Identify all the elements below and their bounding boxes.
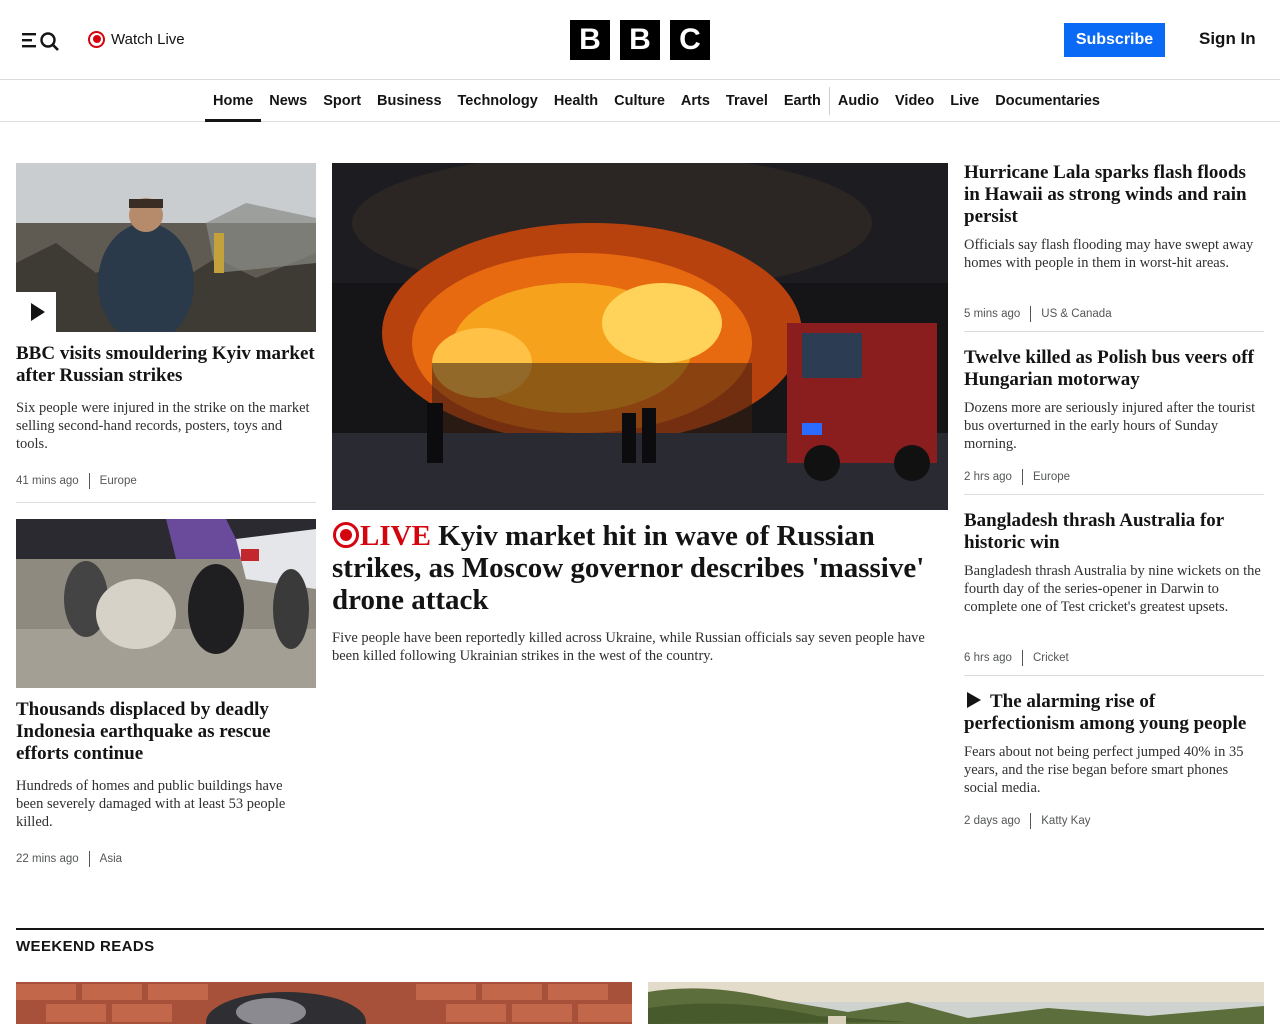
bbc-logo[interactable]: B B C [570,20,710,60]
logo-letter-b2: B [620,20,660,60]
nav-item-arts[interactable]: Arts [673,80,718,122]
story-author[interactable]: Katty Kay [1041,815,1090,827]
story-category[interactable]: Cricket [1033,652,1069,664]
logo-letter-b1: B [570,20,610,60]
right-story1-meta: 5 mins ago US & Canada [964,306,1112,322]
nav-item-live[interactable]: Live [942,80,987,122]
story-timestamp: 6 hrs ago [964,652,1012,664]
left-story1-headline[interactable]: BBC visits smouldering Kyiv market after… [16,343,316,387]
play-button[interactable] [16,292,56,332]
nav-item-audio[interactable]: Audio [830,80,887,122]
play-icon [30,303,45,321]
nav-item-sport[interactable]: Sport [315,80,369,122]
story-divider [964,494,1264,495]
left-story2-meta: 22 mins ago Asia [16,851,122,867]
right-story3-headline[interactable]: Bangladesh thrash Australia for historic… [964,510,1264,554]
weekend-read-2-thumbnail[interactable] [648,982,1264,1024]
right-story1-headline[interactable]: Hurricane Lala sparks flash floods in Ha… [964,162,1264,228]
live-icon [88,30,105,48]
right-story4-headline-text: The alarming rise of perfectionism among… [964,691,1247,734]
section-rule [16,928,1264,930]
nav-item-news[interactable]: News [261,80,315,122]
story-timestamp: 5 mins ago [964,308,1021,320]
weekend-read-1-thumbnail[interactable] [16,982,632,1024]
brick-wall-image [16,982,632,1024]
story-category[interactable]: US & Canada [1041,308,1111,320]
site-header: Watch Live B B C Subscribe Sign In [0,0,1280,80]
left-story1-summary: Six people were injured in the strike on… [16,400,310,452]
main-story-headline[interactable]: LIVE Kyiv market hit in wave of Russian … [332,520,948,616]
market-fire-image [332,163,948,510]
right-story4-headline[interactable]: The alarming rise of perfectionism among… [964,691,1264,735]
main-story-image[interactable] [332,163,948,510]
left-story2-summary: Hundreds of homes and public buildings h… [16,778,286,830]
watch-live-label: Watch Live [111,30,185,48]
nav-item-business[interactable]: Business [369,80,449,122]
nav-item-culture[interactable]: Culture [606,80,673,122]
story-divider [16,502,316,503]
subscribe-button[interactable]: Subscribe [1064,23,1165,57]
nav-item-earth[interactable]: Earth [776,80,829,122]
indonesia-earthquake-image [16,519,316,688]
menu-icon [22,32,59,51]
story-category[interactable]: Asia [100,853,122,865]
right-story2-summary: Dozens more are seriously injured after … [964,400,1256,452]
right-story4-summary: Fears about not being perfect jumped 40%… [964,744,1244,796]
story-category[interactable]: Europe [1033,471,1070,483]
play-icon [967,692,981,708]
nav-item-health[interactable]: Health [546,80,606,122]
right-story3-summary: Bangladesh thrash Australia by nine wick… [964,563,1261,615]
right-story2-headline[interactable]: Twelve killed as Polish bus veers off Hu… [964,347,1264,391]
meta-separator [1021,650,1023,666]
nav-item-technology[interactable]: Technology [450,80,546,122]
live-badge: LIVE [332,520,438,552]
meta-separator [1030,306,1032,322]
indonesia-earthquake-thumbnail[interactable] [16,519,316,688]
menu-search-button[interactable] [20,28,62,52]
kyiv-market-image [16,163,316,332]
live-label: LIVE [360,520,431,552]
watch-live-link[interactable]: Watch Live [88,28,185,50]
coastal-hills-image [648,982,1264,1024]
sign-in-link[interactable]: Sign In [1199,29,1256,49]
story-timestamp: 2 days ago [964,815,1021,827]
meta-separator [1021,469,1023,485]
story-category[interactable]: Europe [100,475,137,487]
nav-item-home[interactable]: Home [205,80,262,122]
meta-separator [88,473,90,489]
nav-item-travel[interactable]: Travel [718,80,776,122]
story-timestamp: 22 mins ago [16,853,79,865]
meta-separator [1030,813,1032,829]
right-story2-meta: 2 hrs ago Europe [964,469,1070,485]
right-story1-summary: Officials say flash flooding may have sw… [964,237,1254,271]
right-story3-meta: 6 hrs ago Cricket [964,650,1069,666]
right-story4-meta: 2 days ago Katty Kay [964,813,1090,829]
story-timestamp: 2 hrs ago [964,471,1012,483]
nav-item-documentaries[interactable]: Documentaries [987,80,1108,122]
story-timestamp: 41 mins ago [16,475,79,487]
kyiv-market-video-thumbnail[interactable] [16,163,316,332]
story-divider [964,675,1264,676]
left-story1-meta: 41 mins ago Europe [16,473,137,489]
main-navigation: Home News Sport Business Technology Heal… [0,80,1280,122]
logo-letter-c: C [670,20,710,60]
story-divider [964,331,1264,332]
weekend-reads-title: WEEKEND READS [16,938,155,955]
main-story-summary: Five people have been reportedly killed … [332,630,925,664]
meta-separator [88,851,90,867]
live-icon [333,522,359,548]
nav-item-video[interactable]: Video [887,80,942,122]
left-story2-headline[interactable]: Thousands displaced by deadly Indonesia … [16,699,316,765]
